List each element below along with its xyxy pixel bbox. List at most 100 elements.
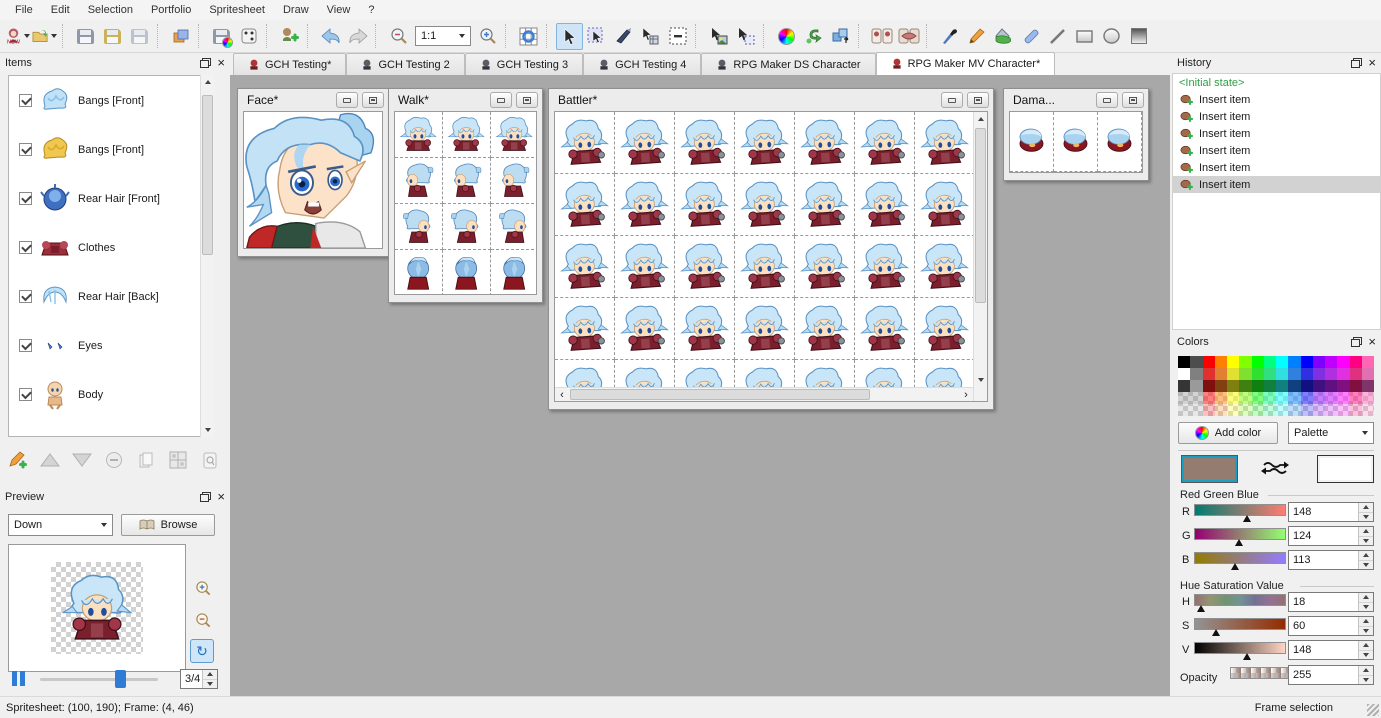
palette-swatch[interactable]: [1276, 380, 1288, 392]
item-checkbox[interactable]: [19, 388, 32, 401]
spin-down-button[interactable]: [1359, 626, 1373, 636]
history-entry[interactable]: Insert item: [1173, 125, 1380, 142]
palette-swatch[interactable]: [1337, 380, 1349, 392]
palette-swatch[interactable]: [1178, 368, 1190, 380]
secondary-color-swatch[interactable]: [1318, 456, 1373, 482]
randomize-button[interactable]: [235, 23, 262, 50]
move-item-button[interactable]: [827, 23, 854, 50]
slider-track[interactable]: [40, 678, 158, 681]
palette-swatch[interactable]: [1362, 404, 1374, 416]
sprite-cell[interactable]: [1054, 112, 1098, 172]
h-slider[interactable]: [1194, 594, 1286, 613]
palette-swatch[interactable]: [1252, 392, 1264, 404]
palette-swatch[interactable]: [1215, 392, 1227, 404]
palette-swatch[interactable]: [1337, 356, 1349, 368]
v-slider[interactable]: [1194, 642, 1286, 661]
save-all-button[interactable]: [126, 23, 153, 50]
minimize-button[interactable]: [490, 92, 512, 108]
select-frame-tool-button[interactable]: [583, 23, 610, 50]
palette-swatch[interactable]: [1337, 368, 1349, 380]
maximize-button[interactable]: [1122, 92, 1144, 108]
sprite-cell[interactable]: [443, 158, 491, 204]
palette-swatch[interactable]: [1178, 404, 1190, 416]
sprite-cell[interactable]: [795, 112, 855, 174]
face-window-titlebar[interactable]: Face*: [238, 89, 388, 111]
spin-up-button[interactable]: [1359, 666, 1373, 675]
palette-swatch[interactable]: [1288, 404, 1300, 416]
menu-spritesheet[interactable]: Spritesheet: [202, 2, 272, 18]
palette-swatch[interactable]: [1190, 356, 1202, 368]
item-checkbox[interactable]: [19, 241, 32, 254]
sprite-cell[interactable]: [555, 236, 615, 298]
direction-select[interactable]: Down: [8, 514, 113, 536]
slider-thumb[interactable]: [115, 670, 126, 688]
palette-swatch[interactable]: [1264, 368, 1276, 380]
tab-gch-testing-2[interactable]: GCH Testing 2: [346, 53, 464, 75]
menu-view[interactable]: View: [320, 2, 358, 18]
palette-swatch[interactable]: [1227, 392, 1239, 404]
palette-swatch[interactable]: [1215, 380, 1227, 392]
item-row-rear-hair-front[interactable]: Rear Hair [Front]: [9, 174, 213, 223]
battler-hscroll[interactable]: ‹ ›: [555, 387, 973, 401]
palette-swatch[interactable]: [1227, 380, 1239, 392]
sprite-cell[interactable]: [491, 158, 537, 204]
item-row-clothes[interactable]: Clothes: [9, 223, 213, 272]
frame-subtract-tool-button[interactable]: [664, 23, 691, 50]
palette-swatch[interactable]: [1301, 404, 1313, 416]
v-spinner[interactable]: 148: [1288, 640, 1374, 660]
walk-window[interactable]: Walk*: [388, 88, 543, 303]
scroll-up-button[interactable]: [201, 75, 215, 89]
line-tool-button[interactable]: [1044, 23, 1071, 50]
spin-down-button[interactable]: [1359, 602, 1373, 612]
face-window[interactable]: Face*: [237, 88, 389, 257]
palette-swatch[interactable]: [1239, 380, 1251, 392]
palette-swatch[interactable]: [1288, 392, 1300, 404]
sprite-cell[interactable]: [735, 236, 795, 298]
palette-swatch[interactable]: [1178, 356, 1190, 368]
palette-swatch[interactable]: [1325, 392, 1337, 404]
r-spinner[interactable]: 148: [1288, 502, 1374, 522]
walk-window-titlebar[interactable]: Walk*: [389, 89, 542, 111]
items-scrollbar[interactable]: [200, 75, 214, 437]
battler-sprite-grid[interactable]: [555, 112, 987, 402]
palette-swatch[interactable]: [1215, 356, 1227, 368]
spin-up-button[interactable]: [1359, 617, 1373, 626]
palette-swatch[interactable]: [1264, 404, 1276, 416]
palette-swatch[interactable]: [1178, 380, 1190, 392]
sprite-cell[interactable]: [443, 250, 491, 295]
palette-swatch[interactable]: [1190, 392, 1202, 404]
item-row-rear-hair-back[interactable]: Rear Hair [Back]: [9, 272, 213, 321]
minimize-button[interactable]: [941, 92, 963, 108]
sprite-cell[interactable]: [491, 250, 537, 295]
item-checkbox[interactable]: [19, 143, 32, 156]
select-item-rect-tool-button[interactable]: [732, 23, 759, 50]
palette-swatch[interactable]: [1203, 356, 1215, 368]
item-checkbox[interactable]: [19, 192, 32, 205]
palette-swatch[interactable]: [1252, 368, 1264, 380]
sprite-cell[interactable]: [795, 298, 855, 360]
item-checkbox[interactable]: [19, 339, 32, 352]
spin-up-button[interactable]: [1359, 527, 1373, 536]
battler-vscroll[interactable]: [973, 112, 987, 401]
maximize-button[interactable]: [516, 92, 538, 108]
palette-swatch[interactable]: [1350, 380, 1362, 392]
sprite-cell[interactable]: [915, 236, 975, 298]
item-row-body[interactable]: Body: [9, 370, 213, 419]
preview-float-icon[interactable]: [200, 492, 211, 502]
spin-up-button[interactable]: [1359, 503, 1373, 512]
stamp-tool-button[interactable]: [610, 23, 637, 50]
palette-swatch[interactable]: [1239, 368, 1251, 380]
b-slider[interactable]: [1194, 552, 1286, 571]
inspect-item-button[interactable]: [198, 448, 221, 472]
menu-edit[interactable]: Edit: [44, 2, 77, 18]
palette-swatch[interactable]: [1301, 368, 1313, 380]
preview-zoom-out-button[interactable]: [192, 609, 214, 631]
menu-draw[interactable]: Draw: [276, 2, 316, 18]
minimize-button[interactable]: [1096, 92, 1118, 108]
s-spinner[interactable]: 60: [1288, 616, 1374, 636]
colors-close-icon[interactable]: ×: [1368, 337, 1376, 347]
spin-down-button[interactable]: [1359, 650, 1373, 660]
palette-swatch[interactable]: [1325, 404, 1337, 416]
palette-swatch[interactable]: [1239, 356, 1251, 368]
damage-window-titlebar[interactable]: Dama...: [1004, 89, 1148, 111]
